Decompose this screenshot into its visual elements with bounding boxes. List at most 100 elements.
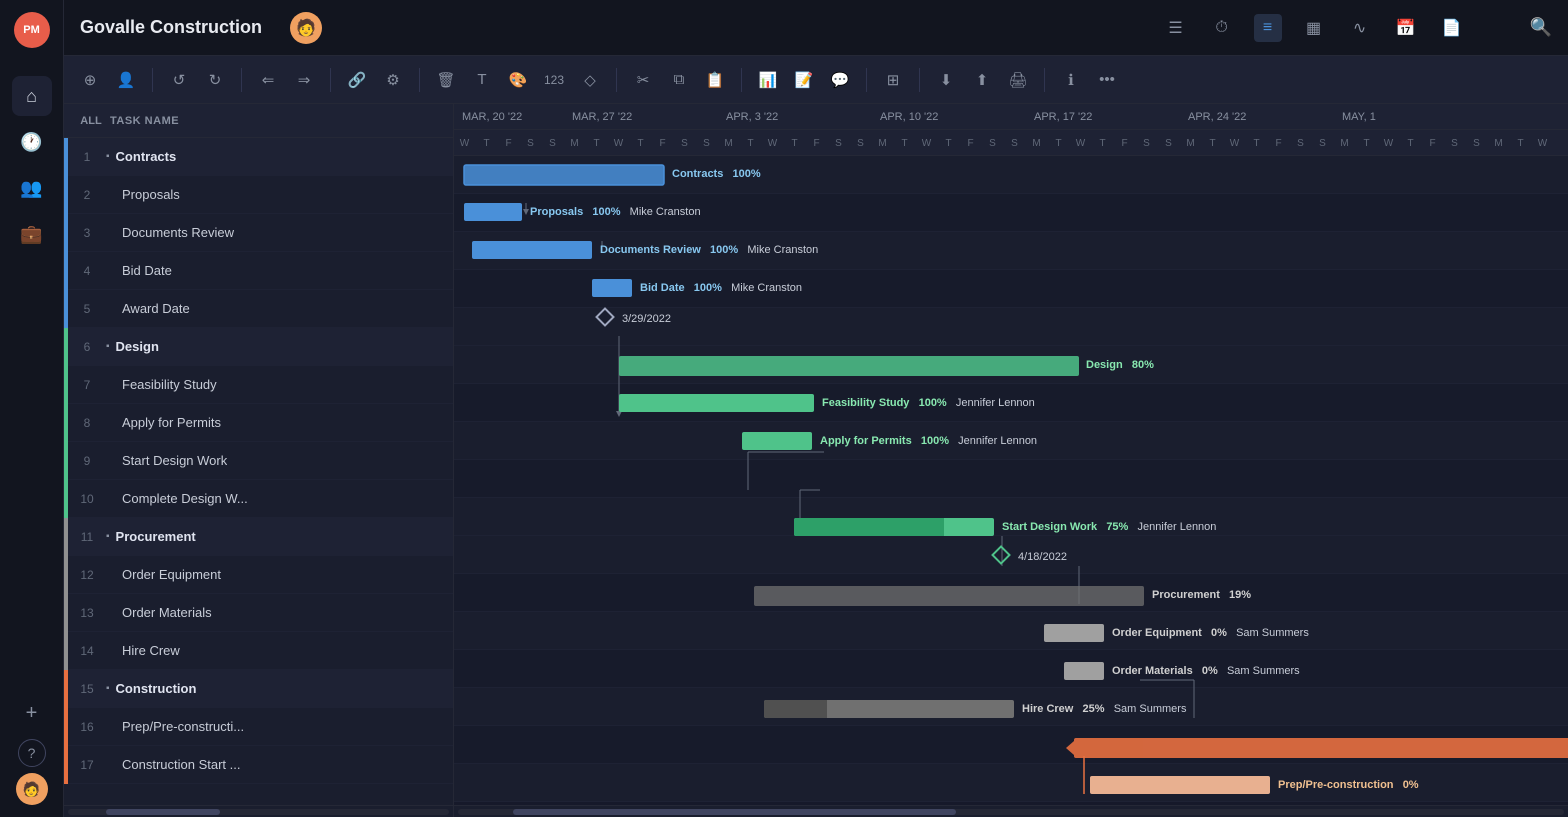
gantt-bar-docs-review[interactable] — [472, 241, 592, 259]
gantt-bar-bid-date[interactable] — [592, 279, 632, 297]
toolbar-sep-1 — [152, 68, 153, 92]
more-btn[interactable]: ••• — [1093, 66, 1121, 94]
nav-projects[interactable]: 💼 — [12, 214, 52, 254]
day-cell: T — [938, 138, 960, 149]
day-cell: T — [1356, 138, 1378, 149]
view-icon-gantt[interactable]: ≡ — [1254, 14, 1282, 42]
paste-btn[interactable]: 📋 — [701, 66, 729, 94]
share-btn[interactable]: ⬆ — [968, 66, 996, 94]
group-toggle-icon[interactable]: ▪ — [106, 151, 110, 162]
day-cell: S — [1158, 138, 1180, 149]
task-row[interactable]: 13 Order Materials — [64, 594, 453, 632]
add-task-btn[interactable]: ⊕ — [76, 66, 104, 94]
task-row[interactable]: 3 Documents Review — [64, 214, 453, 252]
scrollbar-thumb[interactable] — [106, 809, 220, 815]
gantt-bar-hire-crew[interactable] — [764, 700, 1014, 718]
view-icon-timeline[interactable]: ⏱ — [1208, 14, 1236, 42]
date-group-2: MAR, 27 '22 — [564, 104, 718, 129]
task-row[interactable]: 8 Apply for Permits — [64, 404, 453, 442]
add-person-btn[interactable]: 👤 — [112, 66, 140, 94]
milestone-date-award: 3/29/2022 — [622, 313, 671, 325]
view-icon-board[interactable]: ▦ — [1300, 14, 1328, 42]
shape-btn[interactable]: ◇ — [576, 66, 604, 94]
gantt-scrollbar-thumb[interactable] — [513, 809, 955, 815]
task-number: 7 — [68, 378, 106, 392]
print-btn[interactable]: 🖨 — [1004, 66, 1032, 94]
task-row[interactable]: 10 Complete Design W... — [64, 480, 453, 518]
gantt-bar-progress — [764, 700, 827, 718]
nav-home[interactable]: ⌂ — [12, 76, 52, 116]
group-toggle-icon[interactable]: ▪ — [106, 341, 110, 352]
comment-btn[interactable]: 💬 — [826, 66, 854, 94]
gantt-bar-proposals[interactable] — [464, 203, 522, 221]
task-list-header: ALL TASK NAME — [64, 104, 453, 138]
gantt-bar-order-materials[interactable] — [1064, 662, 1104, 680]
horizontal-scrollbar[interactable] — [64, 805, 453, 817]
outdent-btn[interactable]: ⇐ — [254, 66, 282, 94]
nav-help[interactable]: ? — [18, 739, 46, 767]
task-number: 4 — [68, 264, 106, 278]
user-avatar-nav[interactable]: 🧑 — [16, 773, 48, 805]
paint-btn[interactable]: 🎨 — [504, 66, 532, 94]
task-row[interactable]: 16 Prep/Pre-constructi... — [64, 708, 453, 746]
task-name-cell: ▪ Design — [106, 339, 453, 354]
download-btn[interactable]: ⬇ — [932, 66, 960, 94]
gantt-bar-contracts[interactable] — [464, 165, 664, 185]
gantt-bar-start-design[interactable] — [794, 518, 994, 536]
gantt-horizontal-scrollbar[interactable] — [454, 805, 1568, 817]
undo-btn[interactable]: ↺ — [165, 66, 193, 94]
gantt-bar-prep-preconstruct[interactable] — [1090, 776, 1270, 794]
group-toggle-icon[interactable]: ▪ — [106, 531, 110, 542]
info-btn[interactable]: ℹ — [1057, 66, 1085, 94]
day-cell: M — [564, 138, 586, 149]
view-icon-list[interactable]: ☰ — [1162, 14, 1190, 42]
nav-people[interactable]: 👥 — [12, 168, 52, 208]
link-btn[interactable]: 🔗 — [343, 66, 371, 94]
nav-recent[interactable]: 🕐 — [12, 122, 52, 162]
day-cell: W — [1224, 138, 1246, 149]
view-icon-activity[interactable]: ∿ — [1346, 14, 1374, 42]
day-cell: T — [1048, 138, 1070, 149]
number-btn[interactable]: 123 — [540, 66, 568, 94]
gantt-bar-permits[interactable] — [742, 432, 812, 450]
gantt-bar-procurement[interactable] — [754, 586, 1144, 606]
toolbar-sep-7 — [866, 68, 867, 92]
view-icon-calendar[interactable]: 📅 — [1392, 14, 1420, 42]
task-row[interactable]: 1 ▪ Contracts — [64, 138, 453, 176]
task-row[interactable]: 2 Proposals — [64, 176, 453, 214]
copy-btn[interactable]: ⧉ — [665, 66, 693, 94]
gantt-bar-order-equip[interactable] — [1044, 624, 1104, 642]
gantt-scrollbar-track[interactable] — [458, 809, 1564, 815]
search-icon[interactable]: 🔍 — [1530, 17, 1552, 38]
day-cell: M — [1180, 138, 1202, 149]
task-row[interactable]: 15 ▪ Construction — [64, 670, 453, 708]
nav-add[interactable]: + — [12, 693, 52, 733]
redo-btn[interactable]: ↻ — [201, 66, 229, 94]
view-icon-docs[interactable]: 📄 — [1438, 14, 1466, 42]
note-btn[interactable]: 📝 — [790, 66, 818, 94]
group-toggle-icon[interactable]: ▪ — [106, 683, 110, 694]
scrollbar-track[interactable] — [68, 809, 449, 815]
gantt-bar-construction[interactable] — [1074, 738, 1568, 758]
task-row[interactable]: 7 Feasibility Study — [64, 366, 453, 404]
task-row[interactable]: 4 Bid Date — [64, 252, 453, 290]
task-row[interactable]: 14 Hire Crew — [64, 632, 453, 670]
project-avatar[interactable]: 🧑 — [290, 12, 322, 44]
dependency-btn[interactable]: ⚙ — [379, 66, 407, 94]
task-name-cell: Bid Date — [106, 263, 453, 278]
gantt-bar-design[interactable] — [619, 356, 1079, 376]
task-row[interactable]: 6 ▪ Design — [64, 328, 453, 366]
delete-btn[interactable]: 🗑 — [432, 66, 460, 94]
task-row[interactable]: 5 Award Date — [64, 290, 453, 328]
columns-btn[interactable]: ⊞ — [879, 66, 907, 94]
font-btn[interactable]: T — [468, 66, 496, 94]
gantt-bar-feasibility[interactable] — [619, 394, 814, 412]
task-row[interactable]: 17 Construction Start ... — [64, 746, 453, 784]
task-row[interactable]: 12 Order Equipment — [64, 556, 453, 594]
task-row[interactable]: 9 Start Design Work — [64, 442, 453, 480]
indent-btn[interactable]: ⇒ — [290, 66, 318, 94]
baseline-btn[interactable]: 📊 — [754, 66, 782, 94]
task-name-label: Start Design Work — [122, 453, 227, 468]
task-row[interactable]: 11 ▪ Procurement — [64, 518, 453, 556]
cut-btn[interactable]: ✂ — [629, 66, 657, 94]
